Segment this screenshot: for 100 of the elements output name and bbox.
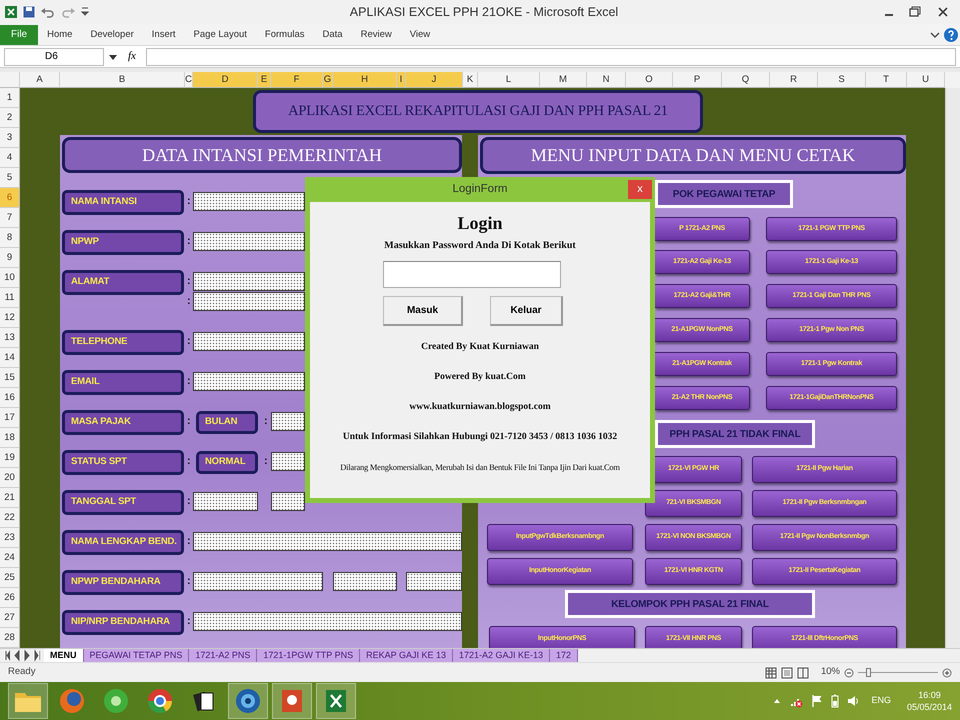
input-cell[interactable] (406, 572, 462, 591)
zoom-level: 10% (820, 665, 840, 680)
help-icon[interactable] (942, 26, 960, 42)
field-label: NPWP (62, 230, 184, 255)
info-text: Dilarang Mengkomersialkan, Merubah Isi dan Bentuk File Ini Tanpa Ijin Dari kuat.Com (340, 461, 620, 474)
input-cell[interactable] (193, 272, 305, 291)
ribbon-tab[interactable]: Formulas (256, 24, 314, 44)
section-header: PPH PASAL 21 TIDAK FINAL (655, 420, 815, 448)
zoom-slider[interactable] (858, 668, 938, 677)
banner-title: APLIKASI EXCEL REKAPITULASI GAJI DAN PPH PASAL 21 (253, 90, 703, 133)
field-label: TANGGAL SPT (62, 490, 184, 515)
password-field[interactable] (383, 261, 561, 288)
ribbon-tab[interactable]: Developer (81, 24, 143, 44)
field-label: TELEPHONE (62, 330, 184, 355)
separator: : (187, 274, 192, 289)
slider-thumb[interactable] (866, 668, 870, 677)
zoom-in-icon[interactable] (942, 668, 952, 678)
flag-icon[interactable] (811, 694, 824, 708)
sheet-tab[interactable]: 1721-A2 GAJI KE-13 (452, 649, 550, 662)
separator: : (187, 234, 192, 249)
insert-function-button[interactable]: fx (122, 48, 142, 65)
ribbon-tab[interactable]: Review (352, 24, 401, 44)
sheet-tab[interactable]: 172 (550, 649, 578, 662)
info-text: Untuk Informasi Silahkan Hubungi 021-7120 3453 / 0813 1036 1032 (342, 431, 618, 444)
battery-icon[interactable] (831, 694, 840, 708)
dialog-button[interactable]: Masuk (383, 296, 463, 326)
ribbon-tab[interactable]: Data (314, 24, 352, 44)
separator: : (187, 334, 192, 349)
field-label: NAMA INTANSI (62, 190, 184, 215)
dialog-button[interactable]: Keluar (490, 296, 563, 326)
separator: : (187, 294, 192, 309)
window-title: APLIKASI EXCEL PPH 21OKE - Microsoft Excel (350, 4, 618, 19)
column-header[interactable]: H (333, 72, 397, 88)
vertical-scrollbar[interactable] (945, 88, 960, 648)
sheet-tab[interactable]: 1721-1PGW TTP PNS (257, 649, 360, 662)
section-header: POK PEGAWAI TETAP (655, 180, 793, 208)
separator: : (187, 494, 192, 509)
input-cell[interactable] (193, 332, 305, 351)
save-icon[interactable] (22, 5, 36, 19)
column-header[interactable]: D (193, 72, 258, 88)
zoom-out-icon[interactable] (844, 668, 854, 678)
separator: : (187, 194, 192, 209)
ribbon-tab[interactable]: Page Layout (184, 24, 256, 44)
normal-view-icon[interactable] (764, 666, 777, 678)
input-cell[interactable] (193, 192, 305, 211)
input-cell[interactable] (193, 292, 305, 311)
column-header[interactable]: J (406, 72, 463, 88)
close-button[interactable]: x (628, 180, 652, 199)
column-header[interactable]: E (258, 72, 271, 88)
name-box[interactable]: D6 (4, 48, 104, 66)
field-label: NIP/NRP BENDAHARA (62, 610, 184, 635)
sheet-tab[interactable]: REKAP GAJI KE 13 (360, 649, 453, 662)
ribbon-tab[interactable]: View (400, 24, 440, 44)
field-label: STATUS SPT (62, 450, 184, 475)
undo-icon[interactable] (40, 5, 56, 19)
ribbon-tab[interactable]: Insert (142, 24, 185, 44)
dialog-title: LoginForm (452, 182, 508, 197)
sheet-tab[interactable]: 1721-A2 PNS (189, 649, 258, 662)
panel-title: DATA INTANSI PEMERINTAH (62, 137, 462, 173)
info-text: www.kuatkurniawan.blogspot.com (409, 401, 551, 414)
field-label: MASA PAJAK (62, 410, 184, 435)
section-header: KELOMPOK PPH PASAL 21 FINAL (565, 590, 815, 618)
input-cell[interactable] (193, 612, 462, 631)
input-cell[interactable] (193, 492, 258, 511)
page-break-view-icon[interactable] (796, 666, 809, 678)
status-text: Ready (8, 665, 36, 680)
separator: : (187, 454, 192, 469)
input-cell[interactable] (193, 232, 305, 251)
field-label: NAMA LENGKAP BEND. (62, 530, 184, 555)
separator: : (187, 374, 192, 389)
separator: : (187, 414, 192, 429)
input-cell[interactable] (193, 372, 305, 391)
separator: : (264, 454, 269, 469)
prompt-text: Masukkan Password Anda Di Kotak Berikut (384, 239, 576, 253)
input-cell[interactable] (271, 492, 305, 511)
column-header[interactable]: F (271, 72, 323, 88)
field-label: NORMAL (196, 451, 258, 474)
column-header[interactable]: G (323, 72, 333, 88)
file-tab[interactable]: File (0, 24, 38, 44)
show-hidden-icons-icon[interactable] (773, 697, 782, 705)
field-label: EMAIL (62, 370, 184, 395)
column-header[interactable]: I (397, 72, 406, 88)
speaker-icon[interactable] (847, 694, 860, 708)
field-label: ALAMAT (62, 270, 184, 295)
input-cell[interactable] (193, 572, 323, 591)
separator: : (264, 414, 269, 429)
input-cell[interactable] (271, 412, 305, 431)
ribbon-tab[interactable]: Home (38, 24, 82, 44)
field-label: BULAN (196, 411, 258, 434)
formula-field[interactable] (146, 48, 956, 66)
separator: : (187, 614, 192, 629)
input-cell[interactable] (271, 452, 305, 471)
input-cell[interactable] (333, 572, 397, 591)
sheet-tab[interactable]: PEGAWAI TETAP PNS (84, 649, 190, 662)
input-cell[interactable] (193, 532, 462, 551)
separator: : (187, 534, 192, 549)
info-text: Powered By kuat.Com (434, 371, 526, 384)
sheet-tab[interactable]: MENU (44, 649, 84, 662)
separator: : (187, 574, 192, 589)
page-layout-view-icon[interactable] (780, 666, 793, 678)
